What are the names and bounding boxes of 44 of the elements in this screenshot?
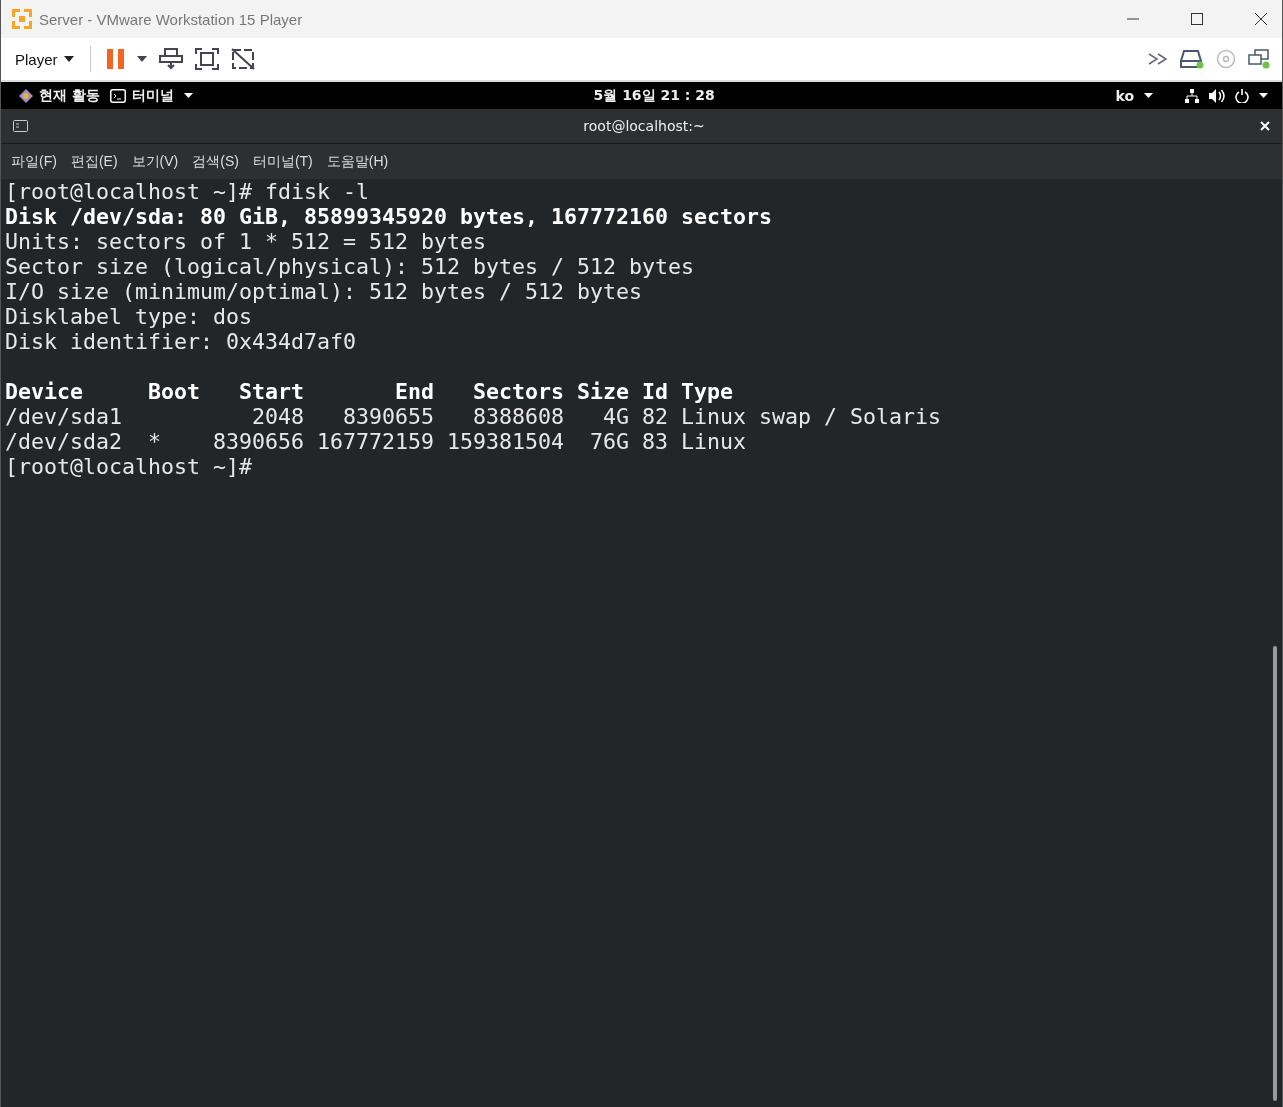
terminal-icon bbox=[109, 88, 126, 103]
window-title: Server - VMware Workstation 15 Player bbox=[39, 10, 303, 28]
activities-icon bbox=[19, 88, 33, 103]
terminal-line: I/O size (minimum/optimal): 512 bytes / 512 bytes bbox=[5, 279, 644, 304]
send-keys-icon[interactable] bbox=[158, 48, 183, 70]
clock[interactable]: 5월 16일 21 : 28 bbox=[593, 86, 715, 105]
menu-item[interactable]: 파일(F) bbox=[11, 152, 57, 171]
app-logo-icon bbox=[11, 8, 33, 30]
terminal-line: [root@localhost ~]# bbox=[5, 454, 253, 479]
caret-icon[interactable] bbox=[136, 56, 147, 62]
terminal-line: Units: sectors of 1 * 512 = 512 bytes bbox=[5, 229, 488, 254]
network-adapter-icon[interactable] bbox=[1248, 49, 1270, 69]
terminal-line: Disk /dev/sda: 80 GiB, 85899345920 bytes, 167772160 sectors bbox=[5, 204, 774, 229]
power-icon[interactable] bbox=[1235, 88, 1249, 103]
menu-item[interactable]: 검색(S) bbox=[192, 152, 239, 171]
network-icon[interactable] bbox=[1185, 88, 1199, 103]
terminal-line: Disklabel type: dos bbox=[5, 304, 253, 329]
terminal-line: Device Boot Start End Sectors Size Id Type bbox=[5, 379, 735, 404]
terminal-line: /dev/sda1 2048 8390655 8388608 4G 82 Linux swap / Solaris bbox=[5, 404, 943, 429]
scrollbar-thumb[interactable] bbox=[1273, 646, 1277, 1101]
terminal-line: Sector size (logical/physical): 512 bytes / 512 bytes bbox=[5, 254, 696, 279]
app-menu-button[interactable]: 터미널 bbox=[131, 86, 174, 105]
terminal-line: Disk identifier: 0x434d7af0 bbox=[5, 329, 357, 354]
player-menu-button[interactable]: Player bbox=[7, 50, 58, 68]
terminal-icon bbox=[13, 120, 28, 132]
maximize-icon[interactable] bbox=[1190, 12, 1204, 26]
menu-item[interactable]: 보기(V) bbox=[131, 152, 179, 171]
input-method-button[interactable]: ko bbox=[1115, 87, 1134, 104]
caret-icon[interactable] bbox=[1259, 93, 1268, 98]
caret-icon bbox=[1144, 93, 1153, 98]
menu-item[interactable]: 터미널(T) bbox=[252, 152, 313, 171]
menu-item[interactable]: 도움말(H) bbox=[326, 152, 389, 171]
chevron-icon[interactable] bbox=[1148, 53, 1168, 65]
volume-icon[interactable] bbox=[1209, 88, 1225, 103]
terminal-title: root@localhost:~ bbox=[583, 118, 705, 134]
fullscreen-icon[interactable] bbox=[194, 48, 219, 70]
activities-button[interactable]: 현재 활동 bbox=[39, 86, 100, 105]
close-icon[interactable] bbox=[1254, 12, 1268, 26]
pause-icon[interactable] bbox=[106, 49, 125, 69]
terminal-line: /dev/sda2 * 8390656 167772159 159381504 76G 83 Linux bbox=[5, 429, 748, 454]
caret-icon bbox=[63, 56, 74, 62]
terminal-line: [root@localhost ~]# fdisk -l bbox=[5, 179, 370, 204]
caret-icon bbox=[183, 93, 193, 98]
menu-item[interactable]: 편집(E) bbox=[70, 152, 118, 171]
